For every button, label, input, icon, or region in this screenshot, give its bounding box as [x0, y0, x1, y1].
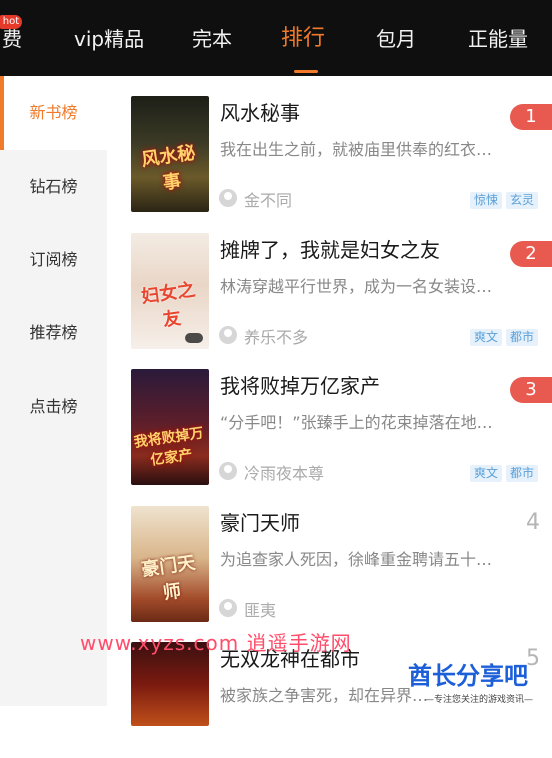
book-author: 金不同: [244, 191, 293, 210]
genre-tag: 玄灵: [505, 192, 538, 209]
author-icon: [219, 189, 237, 207]
tab-positive-energy[interactable]: 正能量: [468, 22, 528, 56]
book-row[interactable]: 妇女之友 摊牌了，我就是妇女之友 林涛穿越平行世界，成为一名女装设… 养乐不多 …: [107, 213, 552, 349]
rank-badge: 2: [510, 241, 552, 267]
sidebar-item-subscription[interactable]: 订阅榜: [0, 223, 107, 297]
cover-badge: [185, 333, 203, 343]
book-description: “分手吧！”张臻手上的花束掉落在地…: [220, 413, 493, 432]
rank-number: 4: [526, 510, 540, 535]
genre-tags: 爽文 都市: [469, 465, 538, 482]
cover-title: 风水秘事: [140, 142, 197, 195]
book-description: 我在出生之前，就被庙里供奉的红衣…: [220, 140, 493, 159]
cover-title: 妇女之友: [140, 279, 197, 332]
genre-tags: 惊悚 玄灵: [469, 192, 538, 209]
sidebar-item-new-books[interactable]: 新书榜: [0, 76, 107, 150]
tab-vip[interactable]: vip精品: [74, 22, 144, 56]
active-tab-indicator: [294, 70, 318, 73]
author-icon: [219, 462, 237, 480]
watermark-subtitle: —专注您关注的游戏资讯—: [425, 695, 534, 705]
book-title[interactable]: 风水秘事: [220, 97, 300, 126]
author-icon: [219, 326, 237, 344]
cover-title: 我将败掉万亿家产: [132, 425, 205, 469]
genre-tag: 爽文: [469, 465, 502, 482]
hot-badge: hot: [0, 15, 22, 29]
book-author: 养乐不多: [244, 328, 309, 347]
genre-tag: 都市: [505, 465, 538, 482]
genre-tag: 惊悚: [469, 192, 502, 209]
book-title[interactable]: 摊牌了，我就是妇女之友: [220, 234, 440, 263]
book-cover[interactable]: 风水秘事: [131, 96, 209, 212]
book-title[interactable]: 豪门天师: [220, 507, 300, 536]
book-cover[interactable]: 豪门天师: [131, 506, 209, 622]
book-title[interactable]: 我将败掉万亿家产: [220, 370, 380, 399]
rank-number: 5: [526, 646, 540, 671]
book-author: 匪夷: [244, 601, 277, 620]
tab-complete[interactable]: 完本: [192, 22, 232, 56]
book-description: 林涛穿越平行世界，成为一名女装设…: [220, 277, 493, 296]
rank-badge: 3: [510, 377, 552, 403]
author-icon: [219, 599, 237, 617]
sidebar-item-recommend[interactable]: 推荐榜: [0, 296, 107, 370]
sidebar-item-clicks[interactable]: 点击榜: [0, 370, 107, 444]
genre-tag: 爽文: [469, 329, 502, 346]
book-author: 冷雨夜本尊: [244, 464, 325, 483]
book-row[interactable]: 豪门天师 豪门天师 为追查家人死因，徐峰重金聘请五十… 匪夷 4: [107, 486, 552, 622]
sidebar-item-diamond[interactable]: 钻石榜: [0, 150, 107, 224]
top-nav: 费 hot vip精品 完本 排行 包月 正能量: [0, 0, 552, 76]
rank-badge: 1: [510, 104, 552, 130]
cover-title: 豪门天师: [140, 552, 197, 605]
book-cover[interactable]: 我将败掉万亿家产: [131, 369, 209, 485]
genre-tag: 都市: [505, 329, 538, 346]
watermark-text: www.xyzs.com 逍遥手游网: [80, 631, 352, 655]
tab-ranking[interactable]: 排行: [281, 22, 325, 56]
tab-monthly[interactable]: 包月: [376, 22, 416, 56]
book-cover[interactable]: 妇女之友: [131, 233, 209, 349]
genre-tags: 爽文 都市: [469, 329, 538, 346]
book-row[interactable]: 风水秘事 风水秘事 我在出生之前，就被庙里供奉的红衣… 金不同 惊悚 玄灵 1: [107, 76, 552, 212]
book-description: 为追查家人死因，徐峰重金聘请五十…: [220, 550, 493, 569]
watermark-brand: 酋长分享吧: [408, 662, 528, 690]
book-row[interactable]: 我将败掉万亿家产 我将败掉万亿家产 “分手吧！”张臻手上的花束掉落在地… 冷雨夜…: [107, 349, 552, 485]
ranking-sidebar: 新书榜 钻石榜 订阅榜 推荐榜 点击榜: [0, 76, 107, 706]
